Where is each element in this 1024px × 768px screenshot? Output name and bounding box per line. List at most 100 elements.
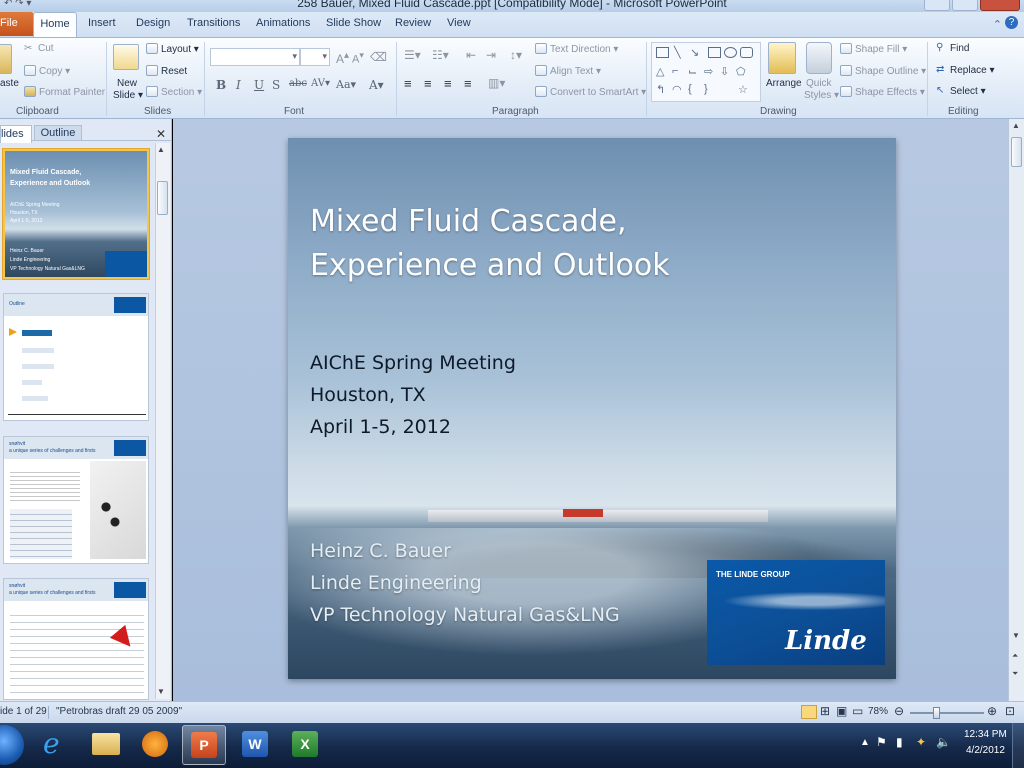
scroll-up-icon[interactable]: ▲ [157,145,165,154]
shape-outline-button[interactable]: Shape Outline ▾ [840,65,926,77]
slide-thumbnail-1[interactable]: Mixed Fluid Cascade, Experience and Outl… [2,148,150,280]
excel-taskbar-button[interactable]: X [284,725,328,765]
shrink-font-button[interactable]: A▾ [352,50,364,66]
align-center-icon[interactable]: ≡ [424,76,432,91]
new-slide-button-label[interactable]: Slide ▾ [113,90,143,101]
clock-time[interactable]: 12:34 PM [964,729,1007,740]
close-pane-icon[interactable]: ✕ [156,127,166,141]
triangle-shape-icon[interactable]: △ [656,65,664,78]
strikethrough-button[interactable]: abc [289,78,307,89]
tab-review[interactable]: Review [395,17,431,29]
brace-left-icon[interactable]: { [688,83,692,95]
zoom-in-icon[interactable]: ⊕ [987,704,997,718]
section-button[interactable]: Section ▾ [146,86,202,98]
align-left-icon[interactable]: ≡ [404,76,412,91]
quick-styles-icon[interactable] [806,42,832,74]
paste-button[interactable]: aste [0,78,19,89]
slide-thumbnail-3[interactable]: snøhvit a unique series of challenges an… [3,436,149,564]
decrease-indent-icon[interactable]: ⇤ [466,48,476,62]
slide-thumbnail-2[interactable]: Outline [3,293,149,421]
tab-insert[interactable]: Insert [88,17,116,29]
clear-formatting-icon[interactable]: ⌫ [370,50,387,64]
start-button[interactable] [0,725,24,765]
meeting-name[interactable]: AIChE Spring Meeting [310,352,516,374]
tab-transitions[interactable]: Transitions [187,17,240,29]
font-size-combo[interactable] [300,48,330,66]
arc-shape-icon[interactable]: ◠ [672,83,682,96]
star-shape-icon[interactable]: ☆ [738,83,748,96]
scroll-thumb[interactable] [1011,137,1022,167]
underline-button[interactable]: U [254,78,264,92]
scroll-thumb[interactable] [157,181,168,215]
brace-right-icon[interactable]: } [704,83,708,95]
right-arrow-shape-icon[interactable]: ⇨ [704,65,713,78]
new-slide-button[interactable]: New [117,78,137,89]
change-case-button[interactable]: Aa▾ [336,78,356,91]
bold-button[interactable]: B [216,78,226,92]
tab-design[interactable]: Design [136,17,170,29]
slide-canvas[interactable]: Mixed Fluid Cascade, Experience and Outl… [288,138,896,679]
line-spacing-icon[interactable]: ↕▾ [510,48,522,62]
format-painter-button[interactable]: Format Painter [24,86,105,98]
arrow-line-shape-icon[interactable]: ↘ [690,46,699,59]
shape-fill-button[interactable]: Shape Fill ▾ [840,43,907,55]
copy-button[interactable]: Copy ▾ [24,65,70,77]
connector-icon[interactable]: ⌙ [688,65,697,78]
scroll-down-icon[interactable]: ▼ [1012,631,1020,640]
power-icon[interactable]: ▮ [896,735,903,749]
cut-button[interactable]: ✂ Cut [24,43,54,54]
arrange-button[interactable]: Arrange [766,78,802,89]
next-slide-icon[interactable]: ⏷ [1012,669,1018,679]
find-button[interactable]: ⚲ Find [936,42,969,54]
quick-styles-button-label[interactable]: Styles ▾ [804,90,839,101]
zoom-level[interactable]: 78% [868,706,888,717]
tab-slide-show[interactable]: Slide Show [326,17,381,29]
zoom-slider-thumb[interactable] [933,707,940,719]
word-taskbar-button[interactable]: W [234,725,278,765]
slide-sorter-icon[interactable]: ⊞ [820,704,830,718]
fit-to-window-icon[interactable]: ⊡ [1005,704,1015,718]
shadow-button[interactable]: S [272,78,280,92]
increase-indent-icon[interactable]: ⇥ [486,48,496,62]
volume-icon[interactable]: 🔈 [936,735,951,749]
bullets-icon[interactable]: ☰▾ [404,48,421,62]
reset-button[interactable]: Reset [146,65,187,77]
slide-thumbnail-4[interactable]: snøhvit a unique series of challenges an… [3,578,149,700]
rounded-rect-shape-icon[interactable] [740,47,753,58]
tab-view[interactable]: View [447,17,471,29]
font-color-button[interactable]: A▾ [369,78,384,92]
font-family-combo[interactable] [210,48,300,66]
show-hidden-icons[interactable]: ▲ [860,737,870,748]
new-slide-icon[interactable] [113,44,139,70]
italic-button[interactable]: I [236,78,241,92]
close-button[interactable] [980,0,1020,11]
slides-pane-scrollbar[interactable]: ▲ ▼ [155,143,170,699]
text-direction-button[interactable]: Text Direction ▾ [535,43,618,55]
justify-icon[interactable]: ≡ [464,76,472,91]
columns-icon[interactable]: ▥▾ [488,76,505,90]
scroll-up-icon[interactable]: ▲ [1012,121,1020,130]
minimize-ribbon-icon[interactable]: ⌃ [993,18,1002,31]
slide-show-icon[interactable]: ▭ [852,704,863,718]
theme-name[interactable]: "Petrobras draft 29 05 2009" [56,706,182,717]
author-company[interactable]: Linde Engineering [310,572,482,594]
tab-outline-pane[interactable]: Outline [34,125,82,141]
reading-view-icon[interactable]: ▣ [836,704,847,718]
rectangle-shape-icon[interactable] [656,47,669,58]
slide-title-line-1[interactable]: Mixed Fluid Cascade, [310,200,626,244]
shapes-gallery[interactable]: ╲ ↘ △ ⌐ ⌙ ⇨ ⇩ ⬠ ↰ ◠ { } ☆ [651,42,761,102]
down-arrow-shape-icon[interactable]: ⇩ [720,65,729,78]
minimize-button[interactable] [924,0,950,11]
slide-title-line-2[interactable]: Experience and Outlook [310,244,670,288]
numbering-icon[interactable]: ☷▾ [432,48,449,62]
network-icon[interactable]: ✦ [916,735,926,749]
elbow-connector-icon[interactable]: ⌐ [672,65,678,77]
align-text-button[interactable]: Align Text ▾ [535,65,601,77]
explorer-taskbar-button[interactable] [84,725,128,765]
zoom-slider[interactable] [910,712,984,714]
quick-styles-button[interactable]: Quick [806,78,832,89]
tab-slides-pane[interactable]: lides [0,125,32,143]
meeting-date[interactable]: April 1-5, 2012 [310,416,451,438]
show-desktop-button[interactable] [1012,723,1024,768]
square-shape-icon[interactable] [708,47,721,58]
